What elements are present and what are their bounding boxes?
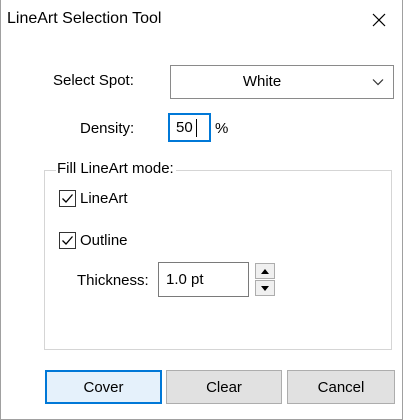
title-bar[interactable]: LineArt Selection Tool <box>1 0 402 40</box>
select-spot-dropdown[interactable]: White <box>170 65 394 99</box>
fill-lineart-legend: Fill LineArt mode: <box>56 160 176 177</box>
density-value: 50 <box>176 119 193 136</box>
cover-button-label: Cover <box>83 378 124 396</box>
spin-up-icon <box>261 268 269 274</box>
thickness-spinner <box>255 263 275 296</box>
dialog-body: Select Spot: White Density: 50 % Fill Li… <box>1 40 402 419</box>
checkmark-icon <box>62 236 73 245</box>
density-unit: % <box>215 120 229 137</box>
window-title: LineArt Selection Tool <box>7 10 162 27</box>
select-spot-label: Select Spot: <box>53 72 134 89</box>
cancel-button[interactable]: Cancel <box>287 370 395 404</box>
clear-button[interactable]: Clear <box>166 370 282 404</box>
close-icon <box>372 13 386 27</box>
lineart-checkbox[interactable] <box>59 190 76 207</box>
density-label: Density: <box>80 120 135 137</box>
clear-button-label: Clear <box>206 378 242 396</box>
thickness-value: 1.0 pt <box>166 271 204 288</box>
outline-checkbox[interactable] <box>59 232 76 249</box>
checkmark-icon <box>62 194 73 203</box>
spin-up-button[interactable] <box>255 263 275 279</box>
close-button[interactable] <box>356 0 402 40</box>
select-spot-value: White <box>242 73 282 90</box>
outline-checkbox-label[interactable]: Outline <box>80 232 128 249</box>
lineart-checkbox-label[interactable]: LineArt <box>80 190 128 207</box>
cancel-button-label: Cancel <box>317 378 365 396</box>
lineart-selection-dialog: LineArt Selection Tool Select Spot: Whit… <box>0 0 403 420</box>
spin-down-button[interactable] <box>255 280 275 296</box>
thickness-input[interactable]: 1.0 pt <box>158 262 249 297</box>
cover-button[interactable]: Cover <box>45 370 162 404</box>
text-caret <box>196 119 197 137</box>
thickness-label: Thickness: <box>77 272 149 289</box>
density-input[interactable]: 50 <box>168 113 211 142</box>
spin-down-icon <box>261 285 269 291</box>
chevron-down-icon <box>372 79 384 86</box>
